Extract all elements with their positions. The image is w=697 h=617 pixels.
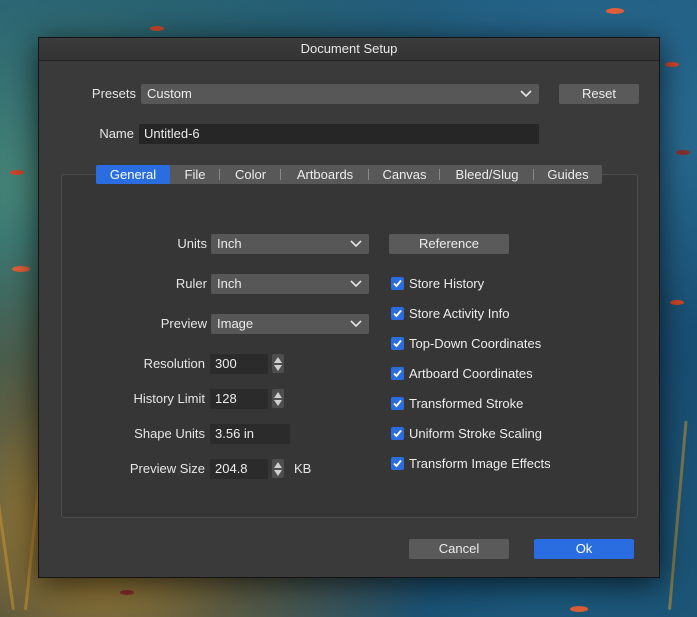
fish-decoration <box>570 606 588 612</box>
units-label: Units <box>177 236 207 251</box>
resolution-label: Resolution <box>143 356 205 371</box>
tab-label: File <box>184 167 206 182</box>
stepper-down-icon <box>274 400 282 406</box>
uniform-stroke-scaling-label: Uniform Stroke Scaling <box>409 426 542 441</box>
preview-size-label: Preview Size <box>129 461 205 476</box>
fish-decoration <box>676 150 690 155</box>
tab-bar: General File Color Artboards Canvas Blee… <box>96 165 602 184</box>
presets-dropdown[interactable]: Custom <box>141 84 539 104</box>
reset-button[interactable]: Reset <box>559 84 639 104</box>
fish-decoration <box>12 266 30 272</box>
ruler-dropdown[interactable]: Inch <box>211 274 369 294</box>
units-value: Inch <box>217 236 242 251</box>
tab-canvas[interactable]: Canvas <box>369 165 440 184</box>
checkmark-icon <box>393 339 402 348</box>
document-setup-dialog: Document Setup Presets Custom Reset Name… <box>38 37 660 578</box>
dialog-title: Document Setup <box>39 38 659 61</box>
store-history-label: Store History <box>409 276 485 291</box>
ruler-label: Ruler <box>175 276 207 291</box>
tab-label: Canvas <box>382 167 427 182</box>
reference-button[interactable]: Reference <box>389 234 509 254</box>
transformed-stroke-checkbox[interactable] <box>391 397 404 410</box>
tab-label: Color <box>234 167 267 182</box>
artboard-coordinates-label: Artboard Coordinates <box>409 366 533 381</box>
tab-artboards[interactable]: Artboards <box>281 165 369 184</box>
fish-decoration <box>670 300 684 305</box>
preview-size-field[interactable]: 204.8 <box>210 459 268 479</box>
checkmark-icon <box>393 459 402 468</box>
tab-label: Guides <box>547 167 589 182</box>
store-history-checkbox[interactable] <box>391 277 404 290</box>
uniform-stroke-scaling-checkbox[interactable] <box>391 427 404 440</box>
stepper-down-icon <box>274 365 282 371</box>
transform-image-effects-checkbox[interactable] <box>391 457 404 470</box>
preview-size-unit: KB <box>294 461 312 476</box>
kelp-decoration <box>668 420 688 611</box>
ruler-value: Inch <box>217 276 242 291</box>
kelp-decoration <box>0 421 15 611</box>
name-label: Name <box>99 126 134 141</box>
chevron-down-icon <box>520 90 532 98</box>
store-activity-info-checkbox[interactable] <box>391 307 404 320</box>
preview-size-stepper[interactable] <box>272 459 284 478</box>
name-field[interactable]: Untitled-6 <box>139 124 539 144</box>
artboard-coordinates-checkbox[interactable] <box>391 367 404 380</box>
checkmark-icon <box>393 399 402 408</box>
history-limit-stepper[interactable] <box>272 389 284 408</box>
chevron-down-icon <box>350 280 362 288</box>
preview-label: Preview <box>160 316 207 331</box>
shape-units-label: Shape Units <box>134 426 205 441</box>
chevron-down-icon <box>350 240 362 248</box>
preview-value: Image <box>217 316 254 331</box>
tab-general[interactable]: General <box>96 165 170 184</box>
top-down-coordinates-checkbox[interactable] <box>391 337 404 350</box>
store-activity-info-label: Store Activity Info <box>409 306 510 321</box>
cancel-button[interactable]: Cancel <box>409 539 509 559</box>
history-limit-field[interactable]: 128 <box>210 389 268 409</box>
top-down-coordinates-label: Top-Down Coordinates <box>409 336 542 351</box>
checkmark-icon <box>393 309 402 318</box>
preview-dropdown[interactable]: Image <box>211 314 369 334</box>
transformed-stroke-label: Transformed Stroke <box>409 396 524 411</box>
presets-label: Presets <box>91 86 136 101</box>
tab-bleed-slug[interactable]: Bleed/Slug <box>440 165 534 184</box>
stepper-down-icon <box>274 470 282 476</box>
ok-button[interactable]: Ok <box>534 539 634 559</box>
tab-color[interactable]: Color <box>220 165 281 184</box>
tab-label: Artboards <box>296 167 354 182</box>
checkmark-icon <box>393 429 402 438</box>
fish-decoration <box>665 62 679 67</box>
stepper-up-icon <box>274 392 282 398</box>
fish-decoration <box>606 8 624 14</box>
shape-units-field[interactable]: 3.56 in <box>210 424 290 444</box>
tab-label: Bleed/Slug <box>455 167 519 182</box>
resolution-stepper[interactable] <box>272 354 284 373</box>
tab-guides[interactable]: Guides <box>534 165 602 184</box>
fish-decoration <box>10 170 24 175</box>
tab-label: General <box>109 167 157 182</box>
presets-value: Custom <box>147 86 192 101</box>
fish-decoration <box>120 590 134 595</box>
history-limit-label: History Limit <box>133 391 205 406</box>
resolution-field[interactable]: 300 <box>210 354 268 374</box>
checkmark-icon <box>393 369 402 378</box>
chevron-down-icon <box>350 320 362 328</box>
units-dropdown[interactable]: Inch <box>211 234 369 254</box>
checkmark-icon <box>393 279 402 288</box>
transform-image-effects-label: Transform Image Effects <box>409 456 551 471</box>
stepper-up-icon <box>274 462 282 468</box>
fish-decoration <box>150 26 164 31</box>
stepper-up-icon <box>274 357 282 363</box>
tab-file[interactable]: File <box>170 165 220 184</box>
